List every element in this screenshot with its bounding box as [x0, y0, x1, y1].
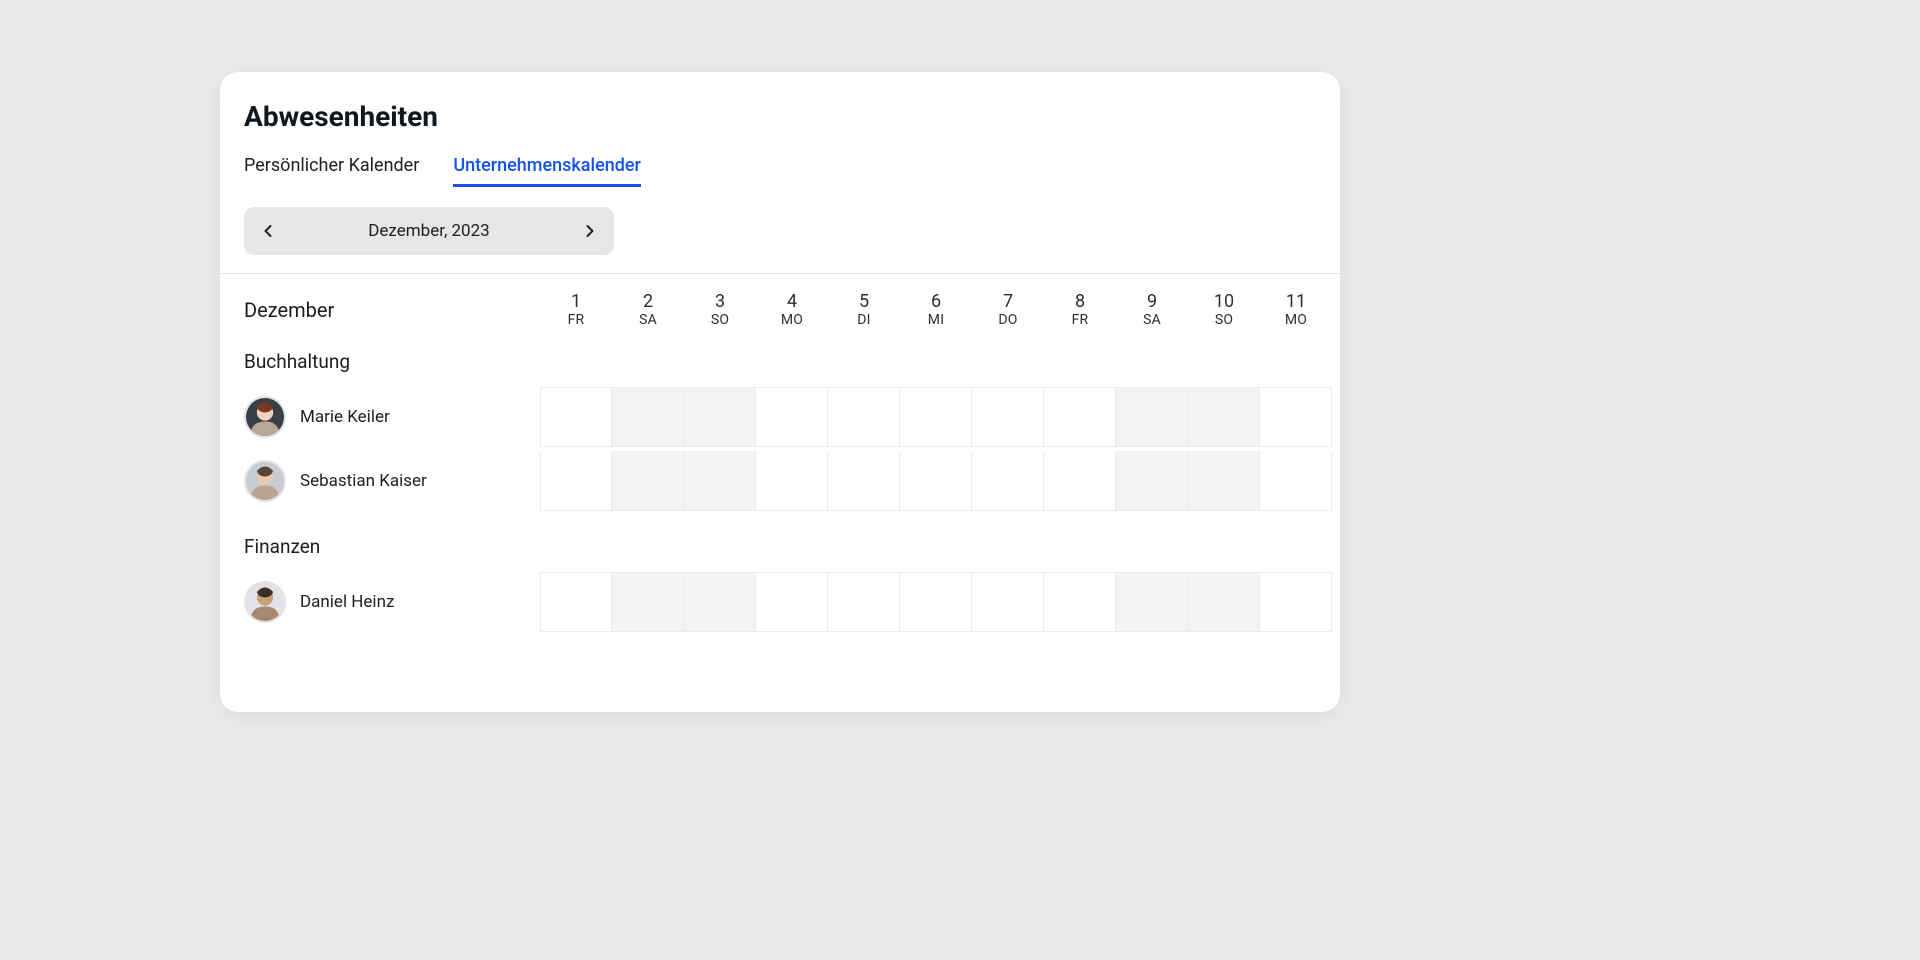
calendar-cell[interactable] — [900, 572, 972, 632]
day-weekday: SA — [1116, 312, 1188, 328]
person[interactable]: Sebastian Kaiser — [244, 460, 540, 502]
calendar-cell[interactable] — [1260, 387, 1332, 447]
day-weekday: MI — [900, 312, 972, 328]
calendar-cell[interactable] — [684, 451, 756, 511]
person[interactable]: Marie Keiler — [244, 396, 540, 438]
calendar-header-row: Dezember 1FR2SA3SO4MO5DI6MI7DO8FR9SA10SO… — [244, 292, 1340, 328]
calendar-cell[interactable] — [756, 451, 828, 511]
calendar-cell[interactable] — [1188, 572, 1260, 632]
tab-company-calendar[interactable]: Unternehmenskalender — [453, 155, 641, 187]
person-row: Marie Keiler — [244, 385, 1340, 449]
calendar-cell[interactable] — [1044, 451, 1116, 511]
calendar-cell[interactable] — [828, 451, 900, 511]
calendar-cell[interactable] — [612, 572, 684, 632]
day-number: 2 — [612, 292, 684, 312]
person-row: Sebastian Kaiser — [244, 449, 1340, 513]
avatar — [244, 396, 286, 438]
month-picker: Dezember, 2023 — [244, 207, 614, 255]
chevron-right-icon — [580, 221, 600, 241]
calendar-cell[interactable] — [900, 451, 972, 511]
day-number: 5 — [828, 292, 900, 312]
calendar-cell[interactable] — [828, 387, 900, 447]
day-number: 6 — [900, 292, 972, 312]
calendar-cell[interactable] — [972, 451, 1044, 511]
calendar-cell[interactable] — [972, 572, 1044, 632]
calendar-cell[interactable] — [1188, 451, 1260, 511]
month-label: Dezember — [244, 298, 334, 322]
day-number: 3 — [684, 292, 756, 312]
day-header: 5DI — [828, 292, 900, 328]
day-number: 10 — [1188, 292, 1260, 312]
day-header: 10SO — [1188, 292, 1260, 328]
day-weekday: FR — [1044, 312, 1116, 328]
day-header: 9SA — [1116, 292, 1188, 328]
day-header: 7DO — [972, 292, 1044, 328]
calendar-cell[interactable] — [540, 572, 612, 632]
calendar-cell[interactable] — [1044, 387, 1116, 447]
absence-card: Abwesenheiten Persönlicher Kalender Unter… — [220, 72, 1340, 712]
day-number: 11 — [1260, 292, 1332, 312]
day-number: 8 — [1044, 292, 1116, 312]
calendar-cell[interactable] — [828, 572, 900, 632]
calendar-cell[interactable] — [612, 387, 684, 447]
day-header: 1FR — [540, 292, 612, 328]
tabs: Persönlicher Kalender Unternehmenskalende… — [244, 155, 1340, 187]
calendar-cell[interactable] — [900, 387, 972, 447]
day-number: 9 — [1116, 292, 1188, 312]
person-name: Sebastian Kaiser — [300, 471, 427, 491]
tab-personal-calendar[interactable]: Persönlicher Kalender — [244, 155, 419, 187]
person-name: Daniel Heinz — [300, 592, 394, 612]
calendar-grid: Dezember 1FR2SA3SO4MO5DI6MI7DO8FR9SA10SO… — [220, 274, 1340, 634]
person-name: Marie Keiler — [300, 407, 390, 427]
group-name: Finanzen — [244, 513, 1340, 570]
calendar-cell[interactable] — [756, 387, 828, 447]
month-picker-label: Dezember, 2023 — [368, 221, 489, 241]
prev-month-button[interactable] — [254, 217, 282, 245]
avatar — [244, 460, 286, 502]
calendar-cell[interactable] — [1260, 451, 1332, 511]
calendar-cell[interactable] — [1260, 572, 1332, 632]
avatar — [244, 581, 286, 623]
day-weekday: SA — [612, 312, 684, 328]
group-name: Buchhaltung — [244, 328, 1340, 385]
day-weekday: MO — [756, 312, 828, 328]
day-weekday: DO — [972, 312, 1044, 328]
calendar-cell[interactable] — [684, 387, 756, 447]
day-header: 11MO — [1260, 292, 1332, 328]
calendar-cell[interactable] — [540, 451, 612, 511]
calendar-cell[interactable] — [756, 572, 828, 632]
day-header: 6MI — [900, 292, 972, 328]
day-weekday: SO — [684, 312, 756, 328]
day-number: 1 — [540, 292, 612, 312]
day-header: 4MO — [756, 292, 828, 328]
calendar-cell[interactable] — [1116, 572, 1188, 632]
calendar-cell[interactable] — [612, 451, 684, 511]
calendar-cell[interactable] — [1116, 451, 1188, 511]
calendar-cell[interactable] — [1044, 572, 1116, 632]
chevron-left-icon — [258, 221, 278, 241]
calendar-cell[interactable] — [684, 572, 756, 632]
page-title: Abwesenheiten — [244, 100, 1340, 133]
calendar-cell[interactable] — [540, 387, 612, 447]
day-weekday: DI — [828, 312, 900, 328]
cells — [540, 451, 1332, 511]
day-header: 3SO — [684, 292, 756, 328]
day-number: 7 — [972, 292, 1044, 312]
person-row: Daniel Heinz — [244, 570, 1340, 634]
day-header: 8FR — [1044, 292, 1116, 328]
day-number: 4 — [756, 292, 828, 312]
calendar-cell[interactable] — [1116, 387, 1188, 447]
day-weekday: FR — [540, 312, 612, 328]
cells — [540, 387, 1332, 447]
day-weekday: MO — [1260, 312, 1332, 328]
person[interactable]: Daniel Heinz — [244, 581, 540, 623]
calendar-cell[interactable] — [1188, 387, 1260, 447]
next-month-button[interactable] — [576, 217, 604, 245]
calendar-cell[interactable] — [972, 387, 1044, 447]
day-header: 2SA — [612, 292, 684, 328]
cells — [540, 572, 1332, 632]
day-weekday: SO — [1188, 312, 1260, 328]
